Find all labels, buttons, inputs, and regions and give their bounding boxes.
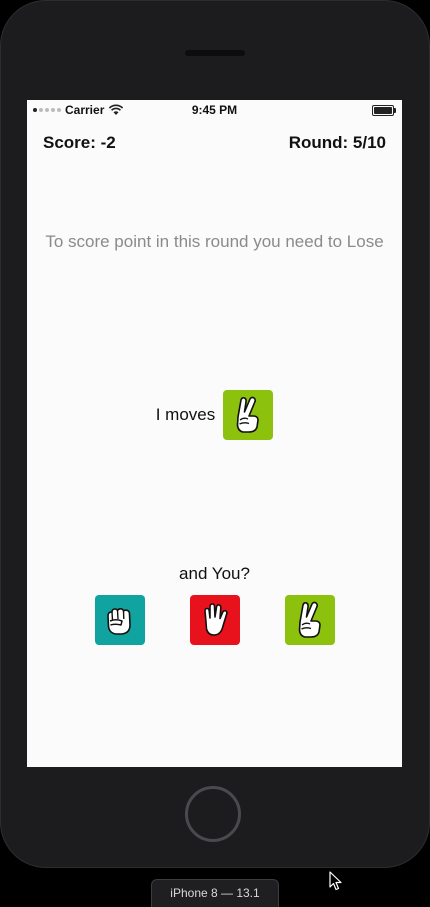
move-choices: [95, 595, 335, 645]
simulator-device-label: iPhone 8 — 13.1: [151, 879, 279, 907]
status-bar: Carrier 9:45 PM: [27, 100, 402, 120]
choose-prompt: and You?: [179, 564, 250, 583]
status-time: 9:45 PM: [191, 103, 238, 117]
scissors-hand-icon: [223, 390, 274, 440]
battery-icon: [372, 105, 396, 116]
open-hand-icon: [204, 603, 228, 636]
device-frame: Carrier 9:45 PM Score: -2 Round: 5/10 To…: [0, 0, 430, 868]
ai-move-label: I moves: [155, 405, 216, 424]
round-label: Round: 5/10: [288, 133, 386, 152]
app-screen: Carrier 9:45 PM Score: -2 Round: 5/10 To…: [27, 100, 402, 767]
home-button[interactable]: [185, 786, 241, 842]
speaker-grille: [185, 50, 245, 56]
paper-button[interactable]: [190, 595, 240, 645]
scissors-hand-icon: [298, 601, 321, 638]
rock-button[interactable]: [95, 595, 145, 645]
score-label: Score: -2: [43, 133, 116, 152]
fist-icon: [107, 607, 131, 635]
scissors-button[interactable]: [285, 595, 335, 645]
round-instruction: To score point in this round you need to…: [45, 232, 384, 251]
mouse-cursor-icon: [329, 871, 342, 891]
ai-move-row: I moves: [27, 390, 402, 440]
